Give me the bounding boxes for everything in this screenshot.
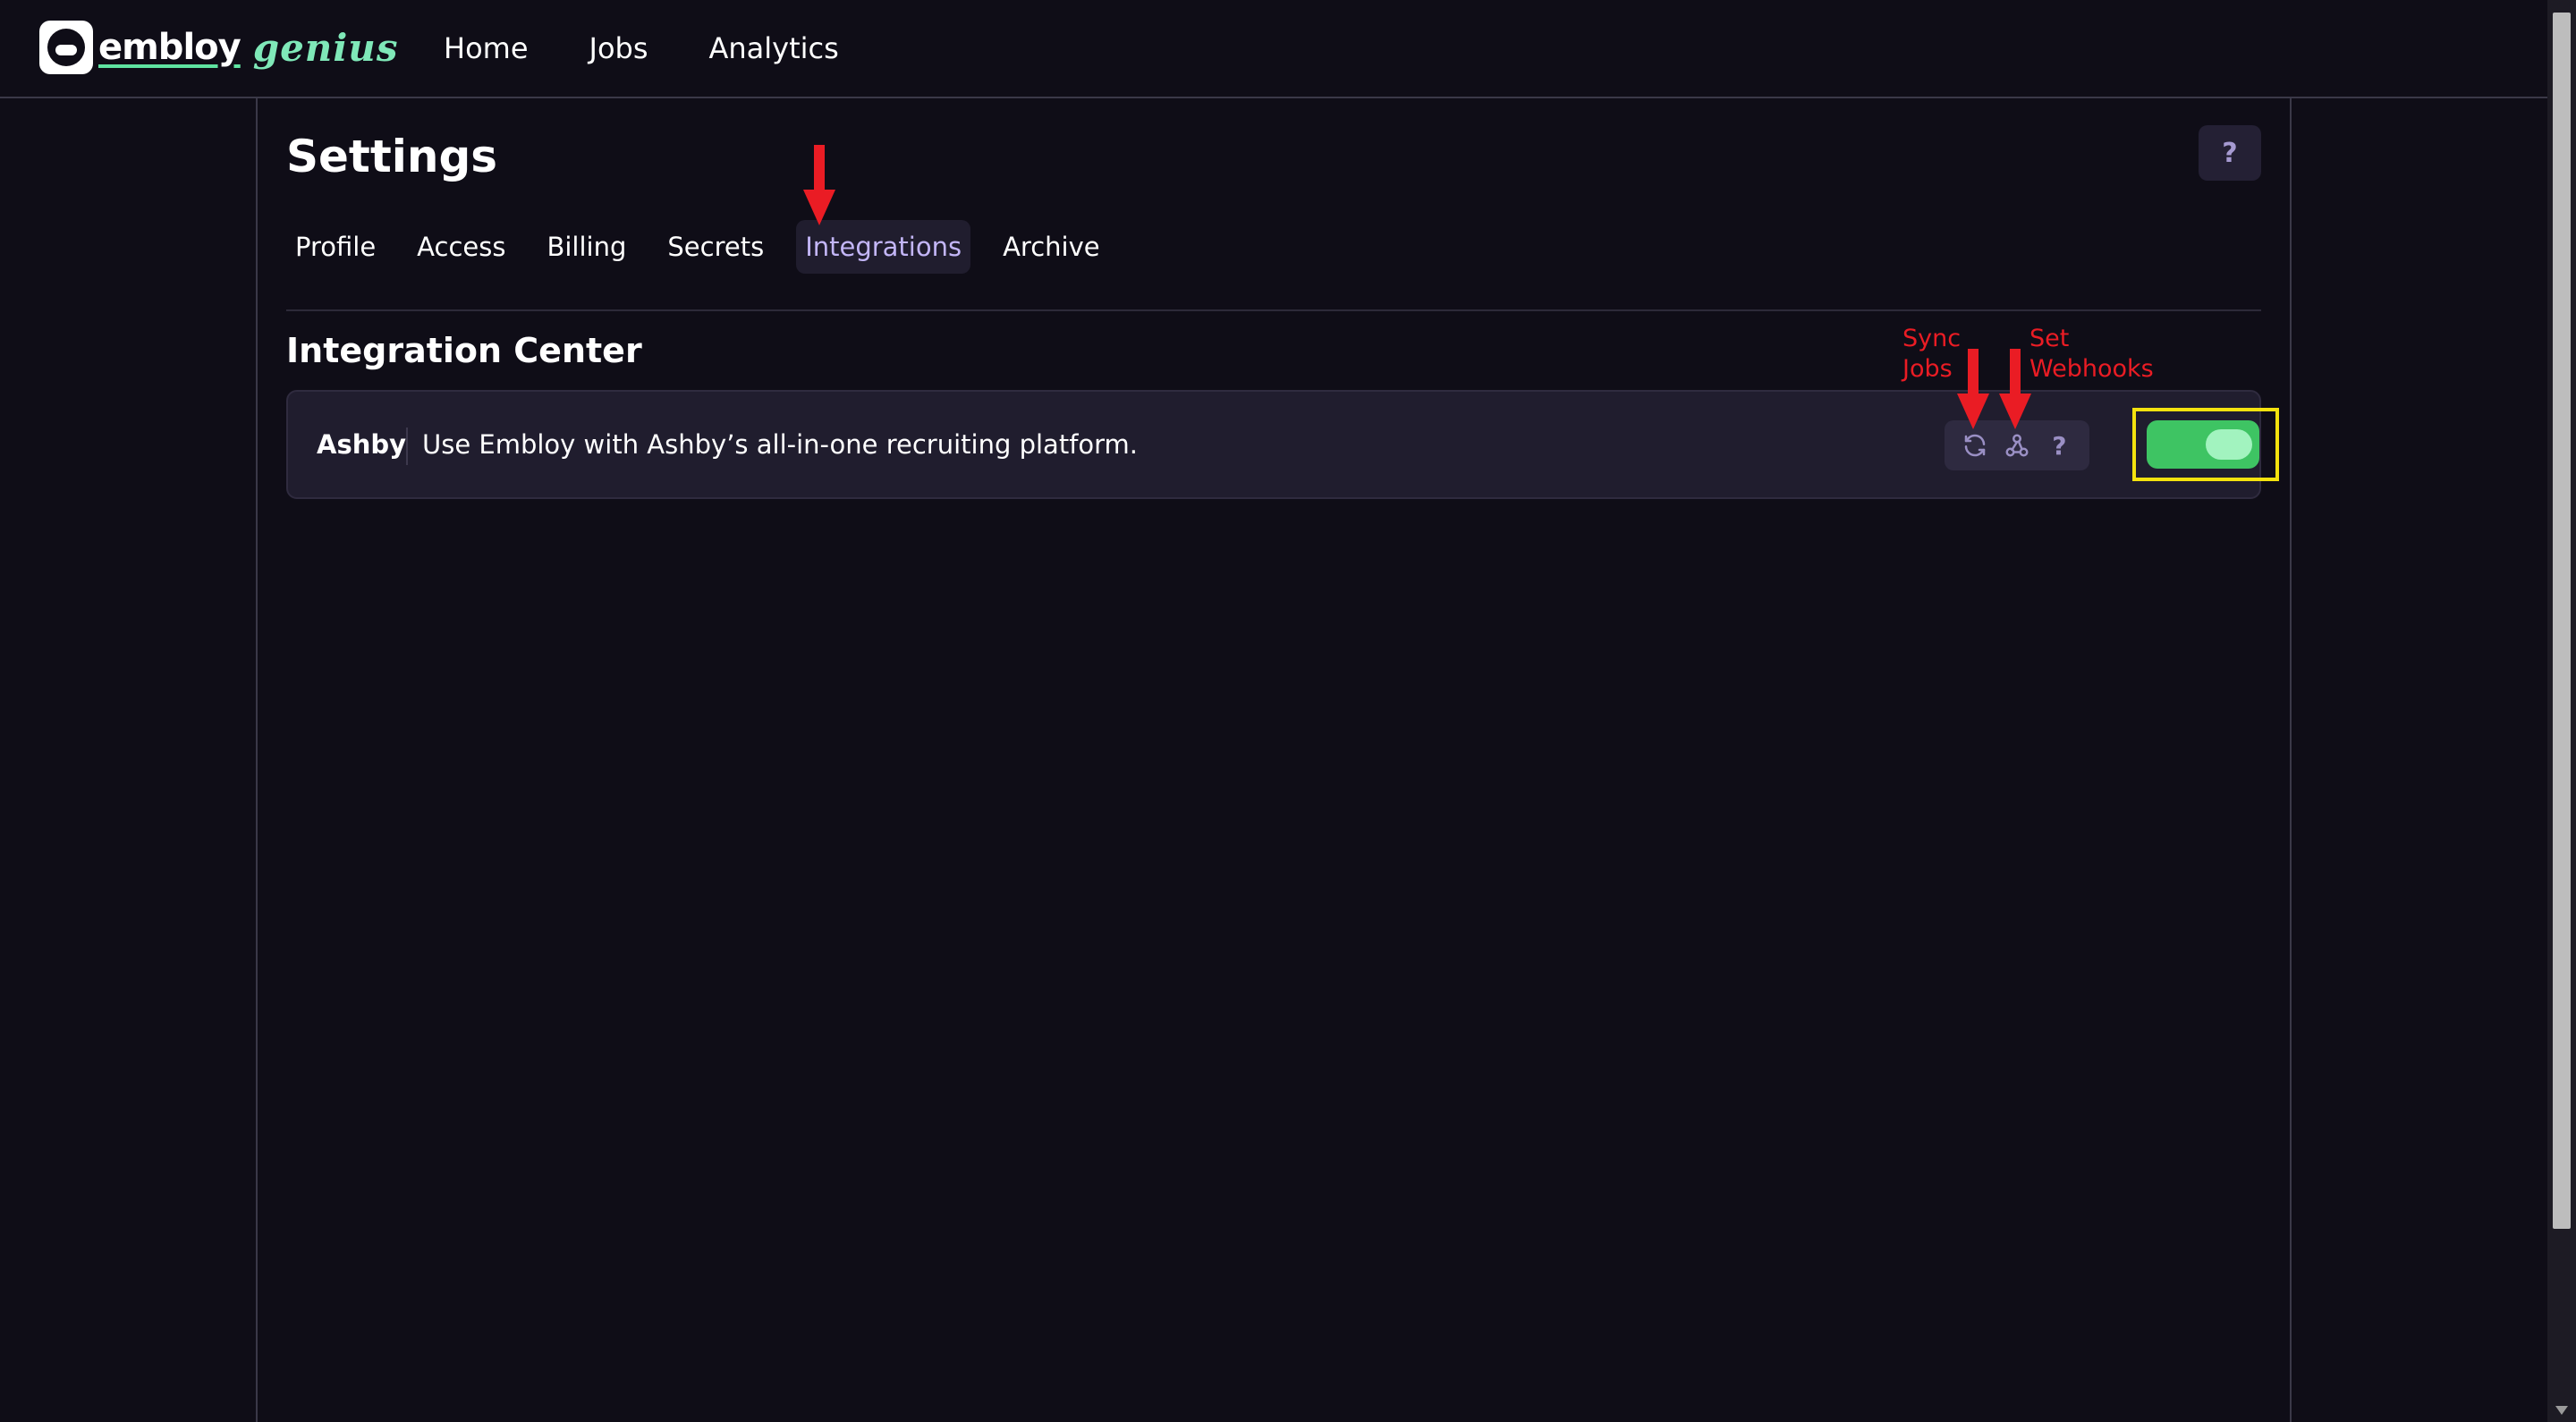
brand-logo[interactable]: embloy genius [39,20,398,75]
tab-secrets[interactable]: Secrets [658,220,773,274]
nav-item-home[interactable]: Home [444,27,529,70]
settings-help-button[interactable]: ? [2199,125,2261,181]
annotation-sync-line1: Sync [1902,325,1962,352]
tab-access[interactable]: Access [408,220,514,274]
annotation-webhooks-line2: Webhooks [2029,355,2154,383]
page-title: Settings [286,131,498,182]
page-scrollbar[interactable] [2547,0,2576,1422]
tab-archive[interactable]: Archive [994,220,1109,274]
brand-suffix: genius [252,25,399,70]
annotation-sync-line2: Jobs [1902,355,1953,383]
nav-item-jobs[interactable]: Jobs [589,27,648,70]
tab-profile[interactable]: Profile [286,220,385,274]
annotation-webhooks-line1: Set [2029,325,2070,352]
card-separator [406,427,408,465]
integration-name: Ashby [317,429,407,460]
tab-billing[interactable]: Billing [538,220,635,274]
annotation-set-webhooks: Set Webhooks [2029,324,2154,385]
help-icon[interactable]: ? [2043,429,2075,461]
integration-description: Use Embloy with Ashby’s all-in-one recru… [422,429,1139,460]
section-divider [286,309,2261,311]
nav-item-analytics[interactable]: Analytics [709,27,839,70]
arrow-sync-icon [1957,349,1989,429]
webhook-icon[interactable] [2001,429,2033,461]
toggle-knob [2206,429,2252,460]
main-nav: Home Jobs Analytics [444,27,900,70]
settings-panel: Settings ? Profile Access Billing Secret… [256,98,2292,1422]
integration-toggle[interactable] [2147,420,2259,469]
settings-tabs: Profile Access Billing Secrets Integrati… [286,220,1125,274]
arrow-webhooks-icon [1999,349,2031,429]
scrollbar-thumb[interactable] [2553,13,2571,1229]
logo-icon [39,21,93,74]
brand-name: embloy [98,27,242,68]
scroll-down-icon[interactable] [2555,1406,2568,1415]
annotation-sync-jobs: Sync Jobs [1902,324,1961,385]
tab-integrations[interactable]: Integrations [796,220,971,274]
top-header: embloy genius Home Jobs Analytics [0,0,2547,98]
arrow-integrations-icon [803,145,835,225]
section-title: Integration Center [286,331,642,370]
sync-icon[interactable] [1959,429,1991,461]
